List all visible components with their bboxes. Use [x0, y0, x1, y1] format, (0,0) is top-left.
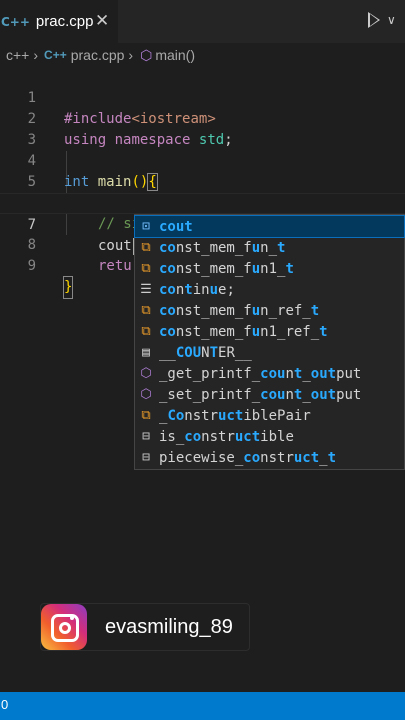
suggestion-label: _set_printf_count_output: [159, 386, 362, 403]
cpp-file-icon: C++: [1, 14, 30, 29]
method-icon: ⬡: [140, 387, 152, 402]
method-icon: ⬡: [140, 366, 152, 381]
class-icon: ⧉: [141, 261, 151, 276]
tab-bar: C++ prac.cpp ✕ ∨: [0, 0, 405, 43]
watermark-username: evasmiling_89: [105, 615, 233, 638]
code-token: retu: [98, 258, 132, 274]
chevron-right-icon: ›: [128, 47, 134, 63]
autocomplete-list: ⊡ cout ⧉ const_mem_fun_t ⧉ const_mem_fun1_t ☰ c…: [134, 214, 405, 470]
snippet-icon: ☰: [140, 282, 152, 297]
suggestion-item[interactable]: ☰ continue;: [135, 279, 404, 300]
close-icon[interactable]: ✕: [95, 11, 109, 31]
line-number: 9: [27, 258, 36, 274]
suggestion-label: is_constructible: [159, 428, 294, 445]
suggestion-item[interactable]: ⧉ const_mem_fun_t: [135, 237, 404, 258]
code-line-2: 2 using namespace std;: [0, 88, 405, 148]
suggestion-item[interactable]: ⧉ const_mem_fun1_ref_t: [135, 321, 404, 342]
suggestion-item[interactable]: ⊟ piecewise_construct_t: [135, 447, 404, 468]
run-icon[interactable]: [368, 12, 380, 28]
status-bar: 0: [0, 692, 405, 720]
suggestion-label: const_mem_fun_t: [159, 239, 286, 256]
suggestion-label: continue;: [159, 281, 235, 298]
suggestion-item[interactable]: ⊡ cout: [134, 215, 405, 238]
breadcrumb-symbol[interactable]: main(): [155, 47, 195, 63]
code-line-7: 7 cout: [0, 193, 405, 255]
suggestion-item[interactable]: ⊟ is_constructible: [135, 426, 404, 447]
suggestion-label: cout: [159, 218, 193, 235]
suggestion-item[interactable]: ⧉ _ConstructiblePair: [135, 405, 404, 426]
breadcrumb-file[interactable]: prac.cpp: [71, 47, 125, 63]
tab-label: prac.cpp: [35, 13, 94, 30]
code-line-5: 5 int array[]={1,2,3,4,5};: [0, 151, 405, 211]
instagram-watermark: evasmiling_89: [40, 603, 250, 651]
constant-icon: ▤: [142, 345, 150, 360]
tab-prac-cpp[interactable]: C++ prac.cpp ✕: [0, 0, 118, 43]
code-line-6: 6 // size of array: [0, 172, 405, 232]
code-token: }: [62, 276, 74, 299]
suggestion-label: __COUNTER__: [159, 344, 252, 361]
class-icon: ⧉: [141, 240, 151, 255]
code-line-4: 4 int main(){: [0, 130, 405, 191]
suggestion-item[interactable]: ⬡ _get_printf_count_output: [135, 363, 404, 384]
method-icon: ⬡: [140, 46, 153, 63]
class-icon: ⧉: [141, 324, 151, 339]
suggestion-label: _ConstructiblePair: [159, 407, 311, 424]
suggestion-label: piecewise_construct_t: [159, 449, 337, 466]
suggestion-label: const_mem_fun1_ref_t: [159, 323, 328, 340]
struct-icon: ⊟: [142, 429, 150, 444]
breadcrumb: c++ › C++ prac.cpp › ⬡ main(): [0, 43, 405, 67]
keyword-snippet-icon: ⊡: [142, 219, 150, 234]
status-text[interactable]: 0: [1, 697, 8, 712]
cpp-file-icon: C++: [44, 48, 67, 62]
class-icon: ⧉: [141, 303, 151, 318]
suggestion-item[interactable]: ⧉ const_mem_fun1_t: [135, 258, 404, 279]
chevron-right-icon: ›: [33, 47, 39, 63]
suggestion-label: const_mem_fun_ref_t: [159, 302, 320, 319]
chevron-down-icon[interactable]: ∨: [387, 13, 396, 27]
breadcrumb-lang[interactable]: c++: [6, 47, 29, 63]
suggestion-label: const_mem_fun1_t: [159, 260, 294, 277]
suggestion-item[interactable]: ⧉ const_mem_fun_ref_t: [135, 300, 404, 321]
class-icon: ⧉: [141, 408, 151, 423]
struct-icon: ⊟: [142, 450, 150, 465]
instagram-icon: [41, 604, 87, 650]
suggestion-item[interactable]: ⬡ _set_printf_count_output: [135, 384, 404, 405]
suggestion-item[interactable]: ▤ __COUNTER__: [135, 342, 404, 363]
suggestion-label: _get_printf_count_output: [159, 365, 362, 382]
code-line-3: 3: [0, 109, 405, 148]
code-line-1: 1 #include<iostream>: [0, 67, 405, 127]
